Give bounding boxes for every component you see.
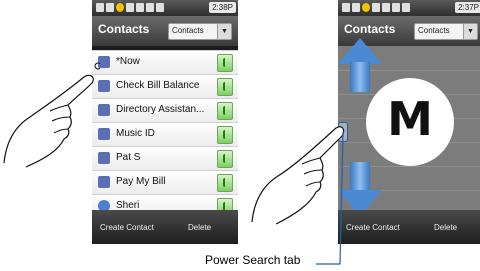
callout-line <box>316 131 344 265</box>
power-search-tab-label: Power Search tab <box>205 253 301 267</box>
